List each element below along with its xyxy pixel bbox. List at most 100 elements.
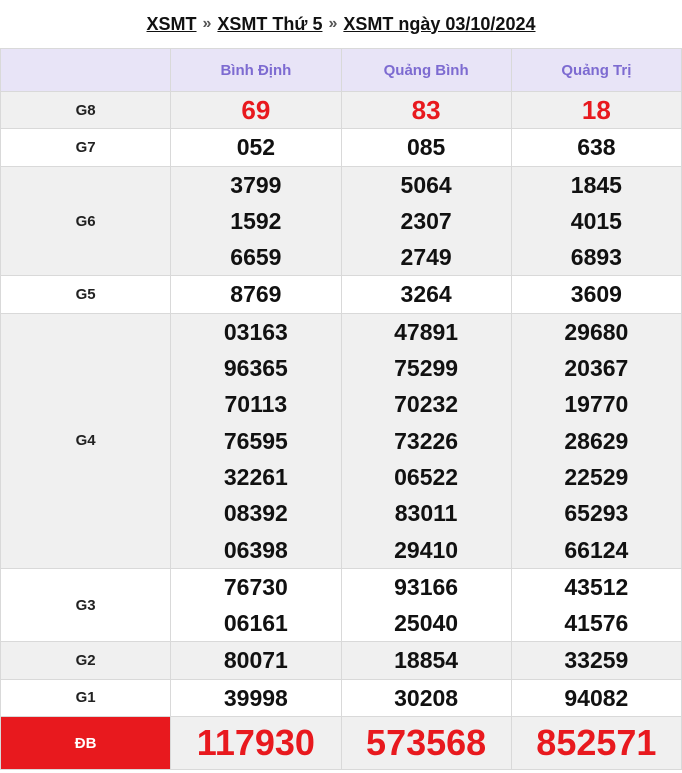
prize-number: 6893 [570,244,622,271]
prize-number: 638 [577,134,616,161]
province-header[interactable]: Quảng Bình [340,48,512,92]
prize-number: 47891 [394,318,459,345]
prize-number: 83 [411,95,441,125]
prize-cell: 03163 96365 70113 76595 32261 08392 06398 [170,312,342,569]
prize-number: 4015 [570,207,622,234]
prize-number: 1845 [570,171,622,198]
prize-row: G5 8769 3264 3609 [0,275,682,314]
prize-cell: 085 [340,128,512,167]
province-header[interactable]: Bình Định [170,48,342,92]
prize-number: 65293 [564,500,629,527]
breadcrumb: XSMT » XSMT Thứ 5 » XSMT ngày 03/10/2024 [0,0,682,48]
prize-number: 3799 [230,171,282,198]
prize-label: G6 [0,165,172,277]
prize-cell: 638 [510,128,682,167]
prize-cell: 3264 [340,275,512,314]
breadcrumb-separator: » [328,15,338,32]
prize-label: ĐB [0,716,172,771]
prize-number: 18854 [394,647,459,674]
prize-cell: 76730 06161 [170,567,342,643]
prize-label: G7 [0,128,172,167]
prize-cell: 3609 [510,275,682,314]
prize-cell: 94082 [510,678,682,718]
prize-number: 3264 [400,281,452,308]
prize-number: 66124 [564,536,629,563]
prize-number: 573568 [366,722,487,764]
prize-number: 2749 [400,244,452,271]
prize-cell: 1845 4015 6893 [510,165,682,277]
prize-number: 06398 [223,536,288,563]
prize-number: 22529 [564,463,629,490]
breadcrumb-link-date[interactable]: XSMT ngày 03/10/2024 [343,14,535,35]
prize-label: G3 [0,567,172,643]
prize-label: G1 [0,678,172,718]
prize-cell: 18 [510,90,682,130]
prize-cell: 33259 [510,641,682,680]
prize-number: 18 [581,95,611,125]
prize-cell: 052 [170,128,342,167]
breadcrumb-separator: » [202,15,212,32]
prize-number: 2307 [400,207,452,234]
prize-row: G4 03163 96365 70113 76595 32261 08392 06398 478… [0,312,682,569]
prize-number: 94082 [564,684,629,711]
prize-number: 5064 [400,171,452,198]
prize-cell: 43512 41576 [510,567,682,643]
prize-number: 76595 [223,427,288,454]
prize-number: 6659 [230,244,282,271]
prize-row: G3 76730 06161 93166 25040 43512 41576 [0,567,682,643]
prize-cell: 39998 [170,678,342,718]
prize-number: 30208 [394,684,459,711]
prize-number: 117930 [196,722,315,764]
prize-cell: 8769 [170,275,342,314]
prize-number: 8769 [230,281,282,308]
prize-label: G2 [0,641,172,680]
prize-number: 41576 [564,610,629,637]
prize-label: G5 [0,275,172,314]
prize-number: 69 [241,95,271,125]
prize-number: 052 [236,134,276,161]
prize-number: 03163 [223,318,288,345]
prize-number: 28629 [564,427,629,454]
prize-number: 32261 [223,463,288,490]
prize-row: ĐB 117930 573568 852571 [0,716,682,771]
prize-row: G1 39998 30208 94082 [0,678,682,718]
prize-number: 1592 [230,207,282,234]
prize-number: 70113 [224,391,288,418]
results-table: Bình Định Quảng Bình Quảng Trị G8 69 83 18 G… [0,48,682,771]
prize-number: 96365 [223,355,288,382]
prize-number: 29410 [394,536,459,563]
prize-number: 76730 [223,573,288,600]
prize-number: 085 [406,134,446,161]
prize-cell: 852571 [510,716,682,771]
prize-number: 25040 [394,610,459,637]
prize-cell: 30208 [340,678,512,718]
prize-number: 43512 [564,573,629,600]
prize-number: 19770 [564,391,629,418]
prize-number: 83011 [394,500,458,527]
corner-cell [0,48,172,92]
prize-cell: 573568 [340,716,512,771]
prize-row: G6 3799 1592 6659 5064 2307 2749 1845 4015 6893 [0,165,682,277]
prize-number: 06161 [223,610,288,637]
prize-number: 3609 [570,281,622,308]
prize-number: 852571 [536,722,657,764]
prize-cell: 18854 [340,641,512,680]
prize-row: G2 80071 18854 33259 [0,641,682,680]
prize-number: 08392 [223,500,288,527]
prize-row: G8 69 83 18 [0,90,682,130]
prize-number: 70232 [394,391,459,418]
prize-row: G7 052 085 638 [0,128,682,167]
province-header[interactable]: Quảng Trị [510,48,682,92]
prize-cell: 3799 1592 6659 [170,165,342,277]
breadcrumb-link-xsmt[interactable]: XSMT [147,14,197,35]
prize-cell: 93166 25040 [340,567,512,643]
prize-number: 93166 [394,573,459,600]
prize-number: 73226 [394,427,459,454]
breadcrumb-link-xsmt-thu5[interactable]: XSMT Thứ 5 [217,14,322,35]
prize-cell: 117930 [170,716,342,771]
prize-number: 33259 [564,647,629,674]
prize-number: 20367 [564,355,629,382]
prize-cell: 69 [170,90,342,130]
prize-label: G8 [0,90,172,130]
prize-number: 39998 [223,684,288,711]
